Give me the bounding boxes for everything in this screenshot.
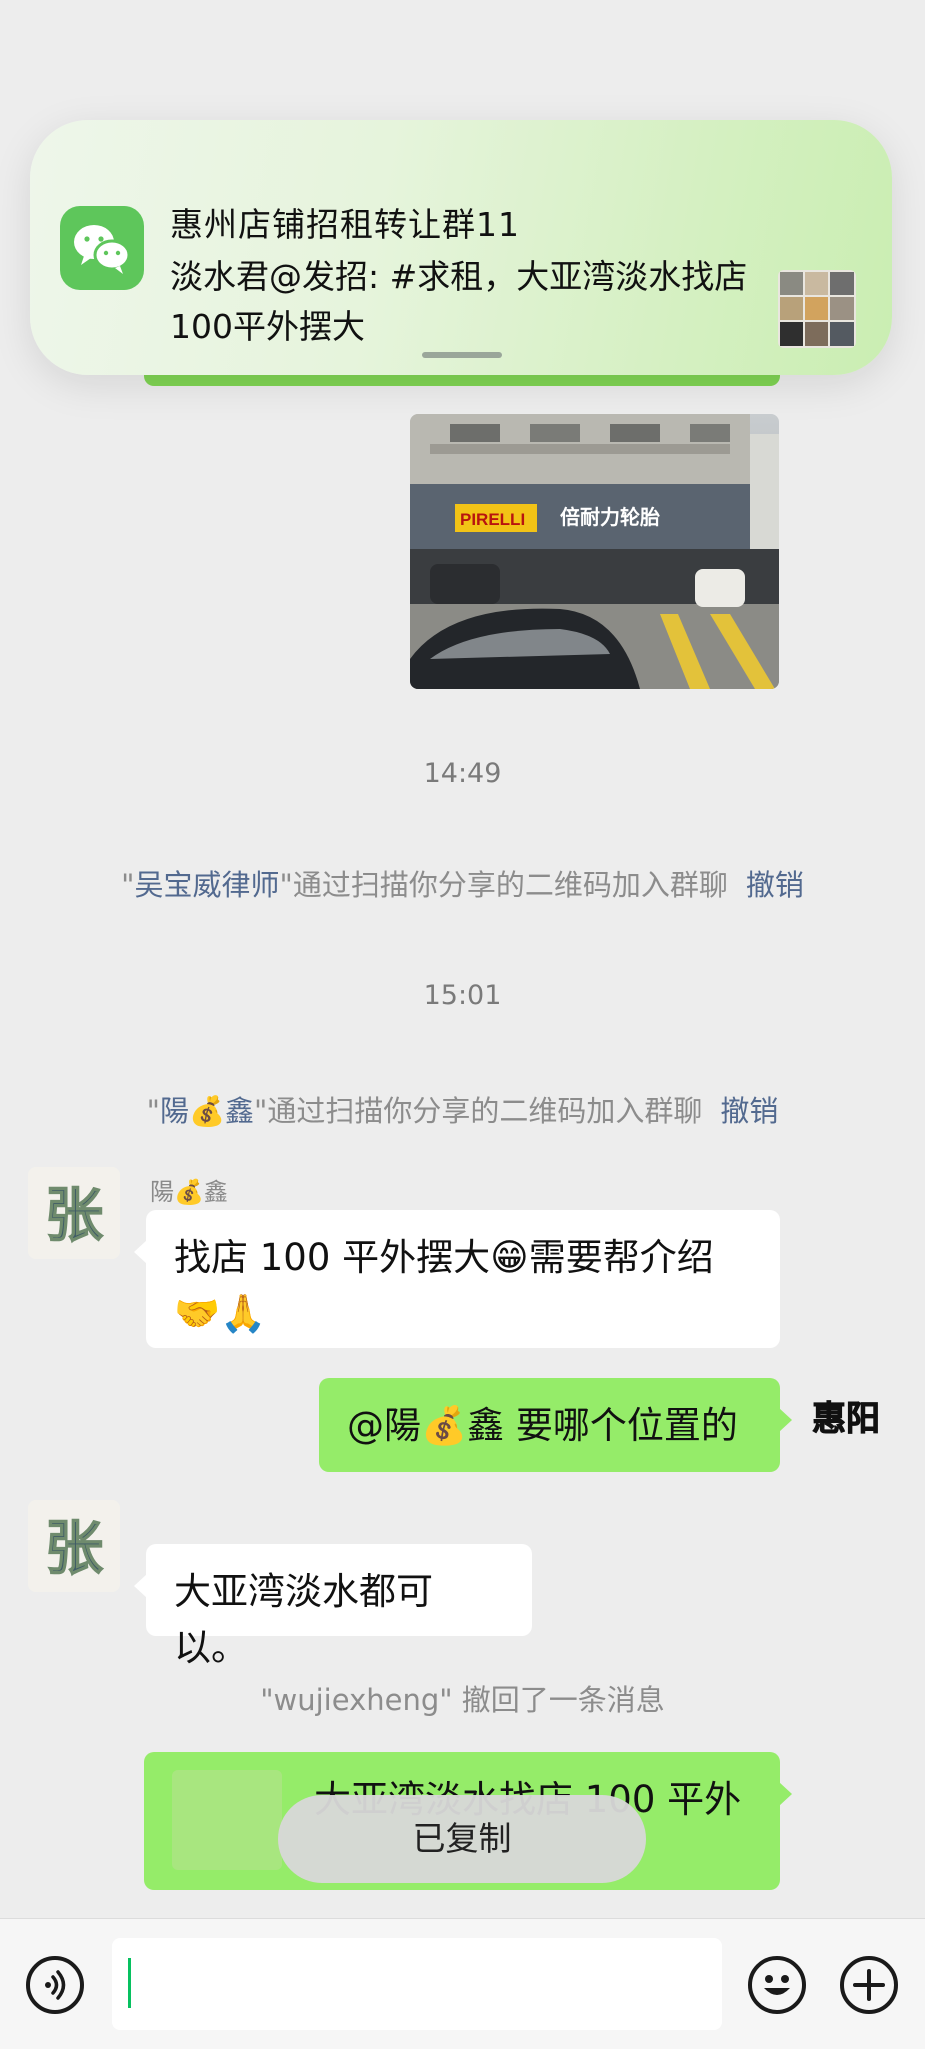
quote-mark: "	[121, 868, 135, 902]
system-join-notice-2: "陽💰鑫"通过扫描你分享的二维码加入群聊 撤销	[0, 1088, 925, 1130]
photo-sign-right: 倍耐力轮胎	[560, 505, 660, 529]
banner-drag-handle[interactable]	[422, 352, 502, 358]
quote-mark: "	[146, 1094, 160, 1128]
message-bubble-received[interactable]: 大亚湾淡水都可以。	[134, 1544, 532, 1669]
notification-title: 惠州店铺招租转让群11	[170, 205, 520, 244]
copied-toast: 已复制	[278, 1795, 646, 1883]
photo-sign-left: PIRELLI	[460, 510, 525, 529]
join-notice-text: "通过扫描你分享的二维码加入群聊	[279, 868, 728, 902]
recall-notice: "wujiexheng" 撤回了一条消息	[260, 1683, 665, 1717]
avatar[interactable]: 张	[28, 1500, 120, 1592]
voice-icon[interactable]	[26, 1956, 84, 2014]
joined-member-name[interactable]: 陽💰鑫	[160, 1094, 254, 1128]
timestamp-1501: 15:01	[423, 980, 502, 1011]
my-avatar[interactable]: 惠阳	[800, 1372, 892, 1464]
avatar-glyph: 张	[45, 1181, 103, 1249]
revoke-link[interactable]: 撤销	[746, 868, 804, 902]
avatar-glyph: 张	[45, 1514, 103, 1582]
sender-name: 陽💰鑫	[150, 1178, 228, 1206]
plus-icon[interactable]	[840, 1956, 898, 2014]
my-avatar-text: 惠阳	[812, 1399, 880, 1439]
message-bubble-received[interactable]: 找店 100 平外摆大😁需要帮介绍🤝🙏	[134, 1210, 780, 1348]
wechat-icon	[60, 206, 144, 290]
system-join-notice-1: "吴宝威律师"通过扫描你分享的二维码加入群聊 撤销	[0, 862, 925, 904]
message-text: 找店 100 平外摆大😁需要帮介绍🤝🙏	[174, 1236, 714, 1335]
group-avatar-thumbnail	[778, 270, 856, 348]
quoted-image-thumbnail	[172, 1770, 282, 1870]
message-bubble-sent[interactable]: @陽💰鑫 要哪个位置的	[319, 1378, 792, 1472]
avatar[interactable]: 张	[28, 1167, 120, 1259]
message-text: 大亚湾淡水都可以。	[174, 1570, 433, 1669]
message-text: @陽💰鑫 要哪个位置的	[347, 1404, 738, 1447]
timestamp-1449: 14:49	[423, 758, 502, 789]
emoji-icon[interactable]	[748, 1956, 806, 2014]
revoke-link[interactable]: 撤销	[720, 1094, 778, 1128]
join-notice-text: "通过扫描你分享的二维码加入群聊	[254, 1094, 703, 1128]
notification-body: 淡水君@发招: #求租，大亚湾淡水找店100平外摆大	[170, 257, 748, 346]
shared-photo-tire-shop[interactable]: PIRELLI 倍耐力轮胎	[410, 414, 779, 689]
message-input[interactable]	[112, 1938, 722, 2030]
joined-member-name[interactable]: 吴宝威律师	[134, 868, 279, 902]
text-cursor	[128, 1958, 131, 2008]
